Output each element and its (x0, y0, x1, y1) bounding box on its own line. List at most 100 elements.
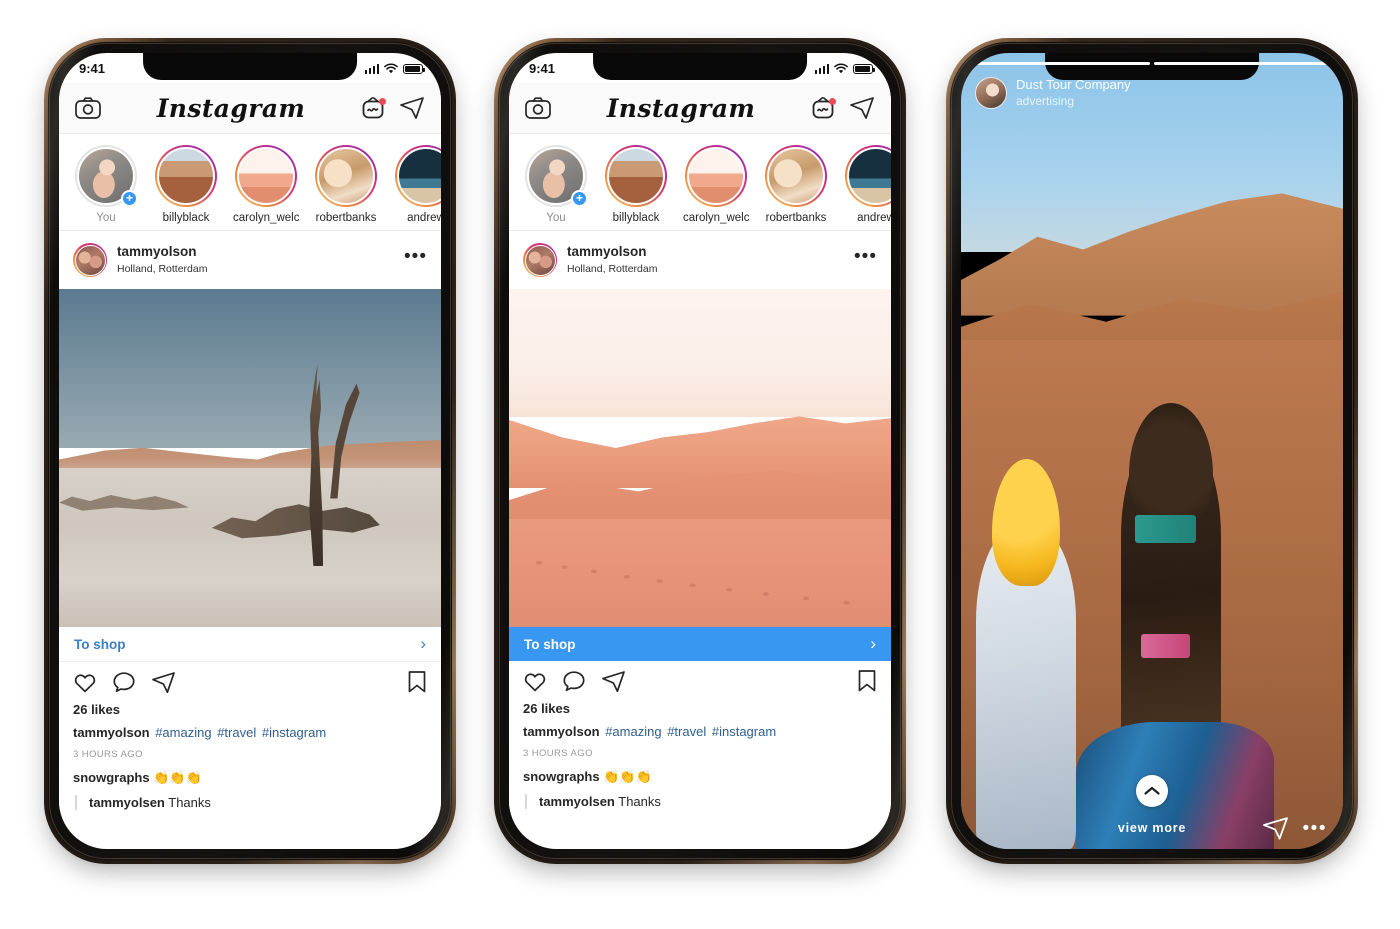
story-item[interactable]: carolyn_welch (233, 145, 299, 224)
share-paper-plane-icon[interactable] (601, 670, 626, 693)
story-ring (235, 145, 297, 207)
story-ring: + (75, 145, 138, 207)
phone-feed-plain: 9:41 Instagram + You billyblack carolyn_… (44, 38, 456, 864)
story-item[interactable]: + You (523, 145, 589, 224)
story-item[interactable]: + You (73, 145, 139, 224)
post-caption: tammyolson #amazing #travel #instagram (523, 723, 877, 741)
likes-count[interactable]: 26 likes (73, 702, 427, 717)
comment-reply-row: tammyolsen Thanks (73, 794, 427, 810)
post-author-avatar[interactable] (73, 243, 107, 277)
post-actions (509, 661, 891, 701)
post-caption: tammyolson #amazing #travel #instagram (73, 724, 427, 742)
story-label: carolyn_welch (233, 212, 299, 224)
avatar (157, 147, 215, 205)
status-time: 9:41 (79, 60, 106, 76)
heart-icon[interactable] (73, 671, 97, 694)
hashtag[interactable]: #amazing (155, 725, 211, 740)
story-author-header[interactable]: Dust Tour Company advertising (975, 77, 1131, 109)
chevron-up-icon[interactable] (1136, 775, 1168, 807)
add-story-plus-icon[interactable]: + (571, 190, 588, 207)
phone-feed-highlighted: 9:41 Instagram + You billyblack carolyn_… (494, 38, 906, 864)
comment-username[interactable]: snowgraphs (523, 769, 600, 784)
reply-username[interactable]: tammyolsen (89, 795, 165, 810)
reply-text: Thanks (168, 794, 211, 810)
add-story-plus-icon[interactable]: + (121, 190, 138, 207)
caption-username[interactable]: tammyolson (73, 725, 150, 740)
post-author-avatar[interactable] (523, 243, 557, 277)
view-more-label[interactable]: view more (1118, 821, 1186, 835)
story-label: robertbanks (315, 212, 377, 224)
share-paper-plane-icon[interactable] (151, 671, 176, 694)
avatar (607, 147, 665, 205)
post-username[interactable]: tammyolson (567, 244, 854, 260)
share-paper-plane-icon[interactable] (1262, 816, 1289, 841)
to-shop-bar[interactable]: To shop › (59, 627, 441, 662)
camera-icon[interactable] (525, 97, 551, 119)
post-image-pink-dunes[interactable] (509, 289, 891, 627)
more-options-icon[interactable]: ••• (404, 247, 427, 269)
story-item[interactable]: carolyn_welch (683, 145, 749, 224)
post-username[interactable]: tammyolson (117, 244, 404, 260)
story-item[interactable]: billyblack (603, 145, 669, 224)
story-item[interactable]: robertbanks (313, 145, 379, 224)
comment-reply-row: tammyolsen Thanks (523, 793, 877, 809)
hashtag[interactable]: #instagram (712, 724, 776, 739)
post-meta: 26 likes tammyolson #amazing #travel #in… (59, 702, 441, 810)
caption-username[interactable]: tammyolson (523, 724, 600, 739)
story-item[interactable]: andrew (393, 145, 441, 224)
story-ring (155, 145, 217, 207)
comment-text: 👏👏👏 (153, 769, 202, 785)
reply-text: Thanks (618, 793, 661, 809)
stories-tray-2[interactable]: + You billyblack carolyn_welch robertban… (509, 134, 891, 231)
post-timestamp: 3 HOURS AGO (523, 747, 593, 759)
story-author-name: Dust Tour Company (1016, 77, 1131, 93)
story-author-avatar[interactable] (975, 77, 1007, 109)
hashtag[interactable]: #travel (667, 724, 706, 739)
direct-paper-plane-icon[interactable] (399, 96, 425, 120)
story-ring (845, 145, 891, 207)
story-ring (395, 145, 441, 207)
to-shop-bar[interactable]: To shop › (509, 627, 891, 661)
bookmark-icon[interactable] (407, 670, 427, 694)
post-meta: 26 likes tammyolson #amazing #travel #in… (509, 701, 891, 809)
story-progress-bar (971, 62, 1333, 65)
battery-icon (403, 63, 425, 74)
reply-username[interactable]: tammyolsen (539, 794, 615, 809)
hashtag[interactable]: #travel (217, 725, 256, 740)
story-item[interactable]: andrew (843, 145, 891, 224)
stories-tray-1[interactable]: + You billyblack carolyn_welch robertban… (59, 134, 441, 231)
avatar (317, 147, 375, 205)
notch (593, 53, 807, 80)
likes-count[interactable]: 26 likes (523, 701, 877, 716)
story-item[interactable]: robertbanks (763, 145, 829, 224)
phone2-screen: 9:41 Instagram + You billyblack carolyn_… (509, 53, 891, 849)
direct-paper-plane-icon[interactable] (849, 96, 875, 120)
hashtag[interactable]: #instagram (262, 725, 326, 740)
igtv-icon[interactable] (811, 96, 836, 120)
battery-icon (853, 63, 875, 74)
comment-bubble-icon[interactable] (112, 671, 136, 694)
more-options-icon[interactable]: ••• (854, 247, 877, 269)
progress-segment (971, 62, 1150, 65)
hashtag[interactable]: #amazing (605, 724, 661, 739)
story-label: billyblack (612, 212, 660, 224)
comment-row: snowgraphs 👏👏👏 (73, 770, 427, 786)
bookmark-icon[interactable] (857, 669, 877, 693)
story-label: andrew (857, 212, 891, 224)
post-location[interactable]: Holland, Rotterdam (117, 262, 404, 276)
igtv-icon[interactable] (361, 96, 386, 120)
cellular-bars-icon (364, 63, 379, 74)
story-viewer[interactable] (961, 53, 1343, 849)
camera-icon[interactable] (75, 97, 101, 119)
comment-bubble-icon[interactable] (562, 670, 586, 693)
phone-story-view: Dust Tour Company advertising view more … (946, 38, 1358, 864)
status-time: 9:41 (529, 60, 556, 76)
post-location[interactable]: Holland, Rotterdam (567, 262, 854, 276)
more-options-icon[interactable]: ••• (1303, 819, 1327, 838)
wifi-icon (834, 62, 848, 74)
to-shop-label: To shop (524, 636, 576, 652)
heart-icon[interactable] (523, 670, 547, 693)
story-item[interactable]: billyblack (153, 145, 219, 224)
post-image-dead-tree[interactable] (59, 289, 441, 627)
comment-username[interactable]: snowgraphs (73, 770, 150, 785)
